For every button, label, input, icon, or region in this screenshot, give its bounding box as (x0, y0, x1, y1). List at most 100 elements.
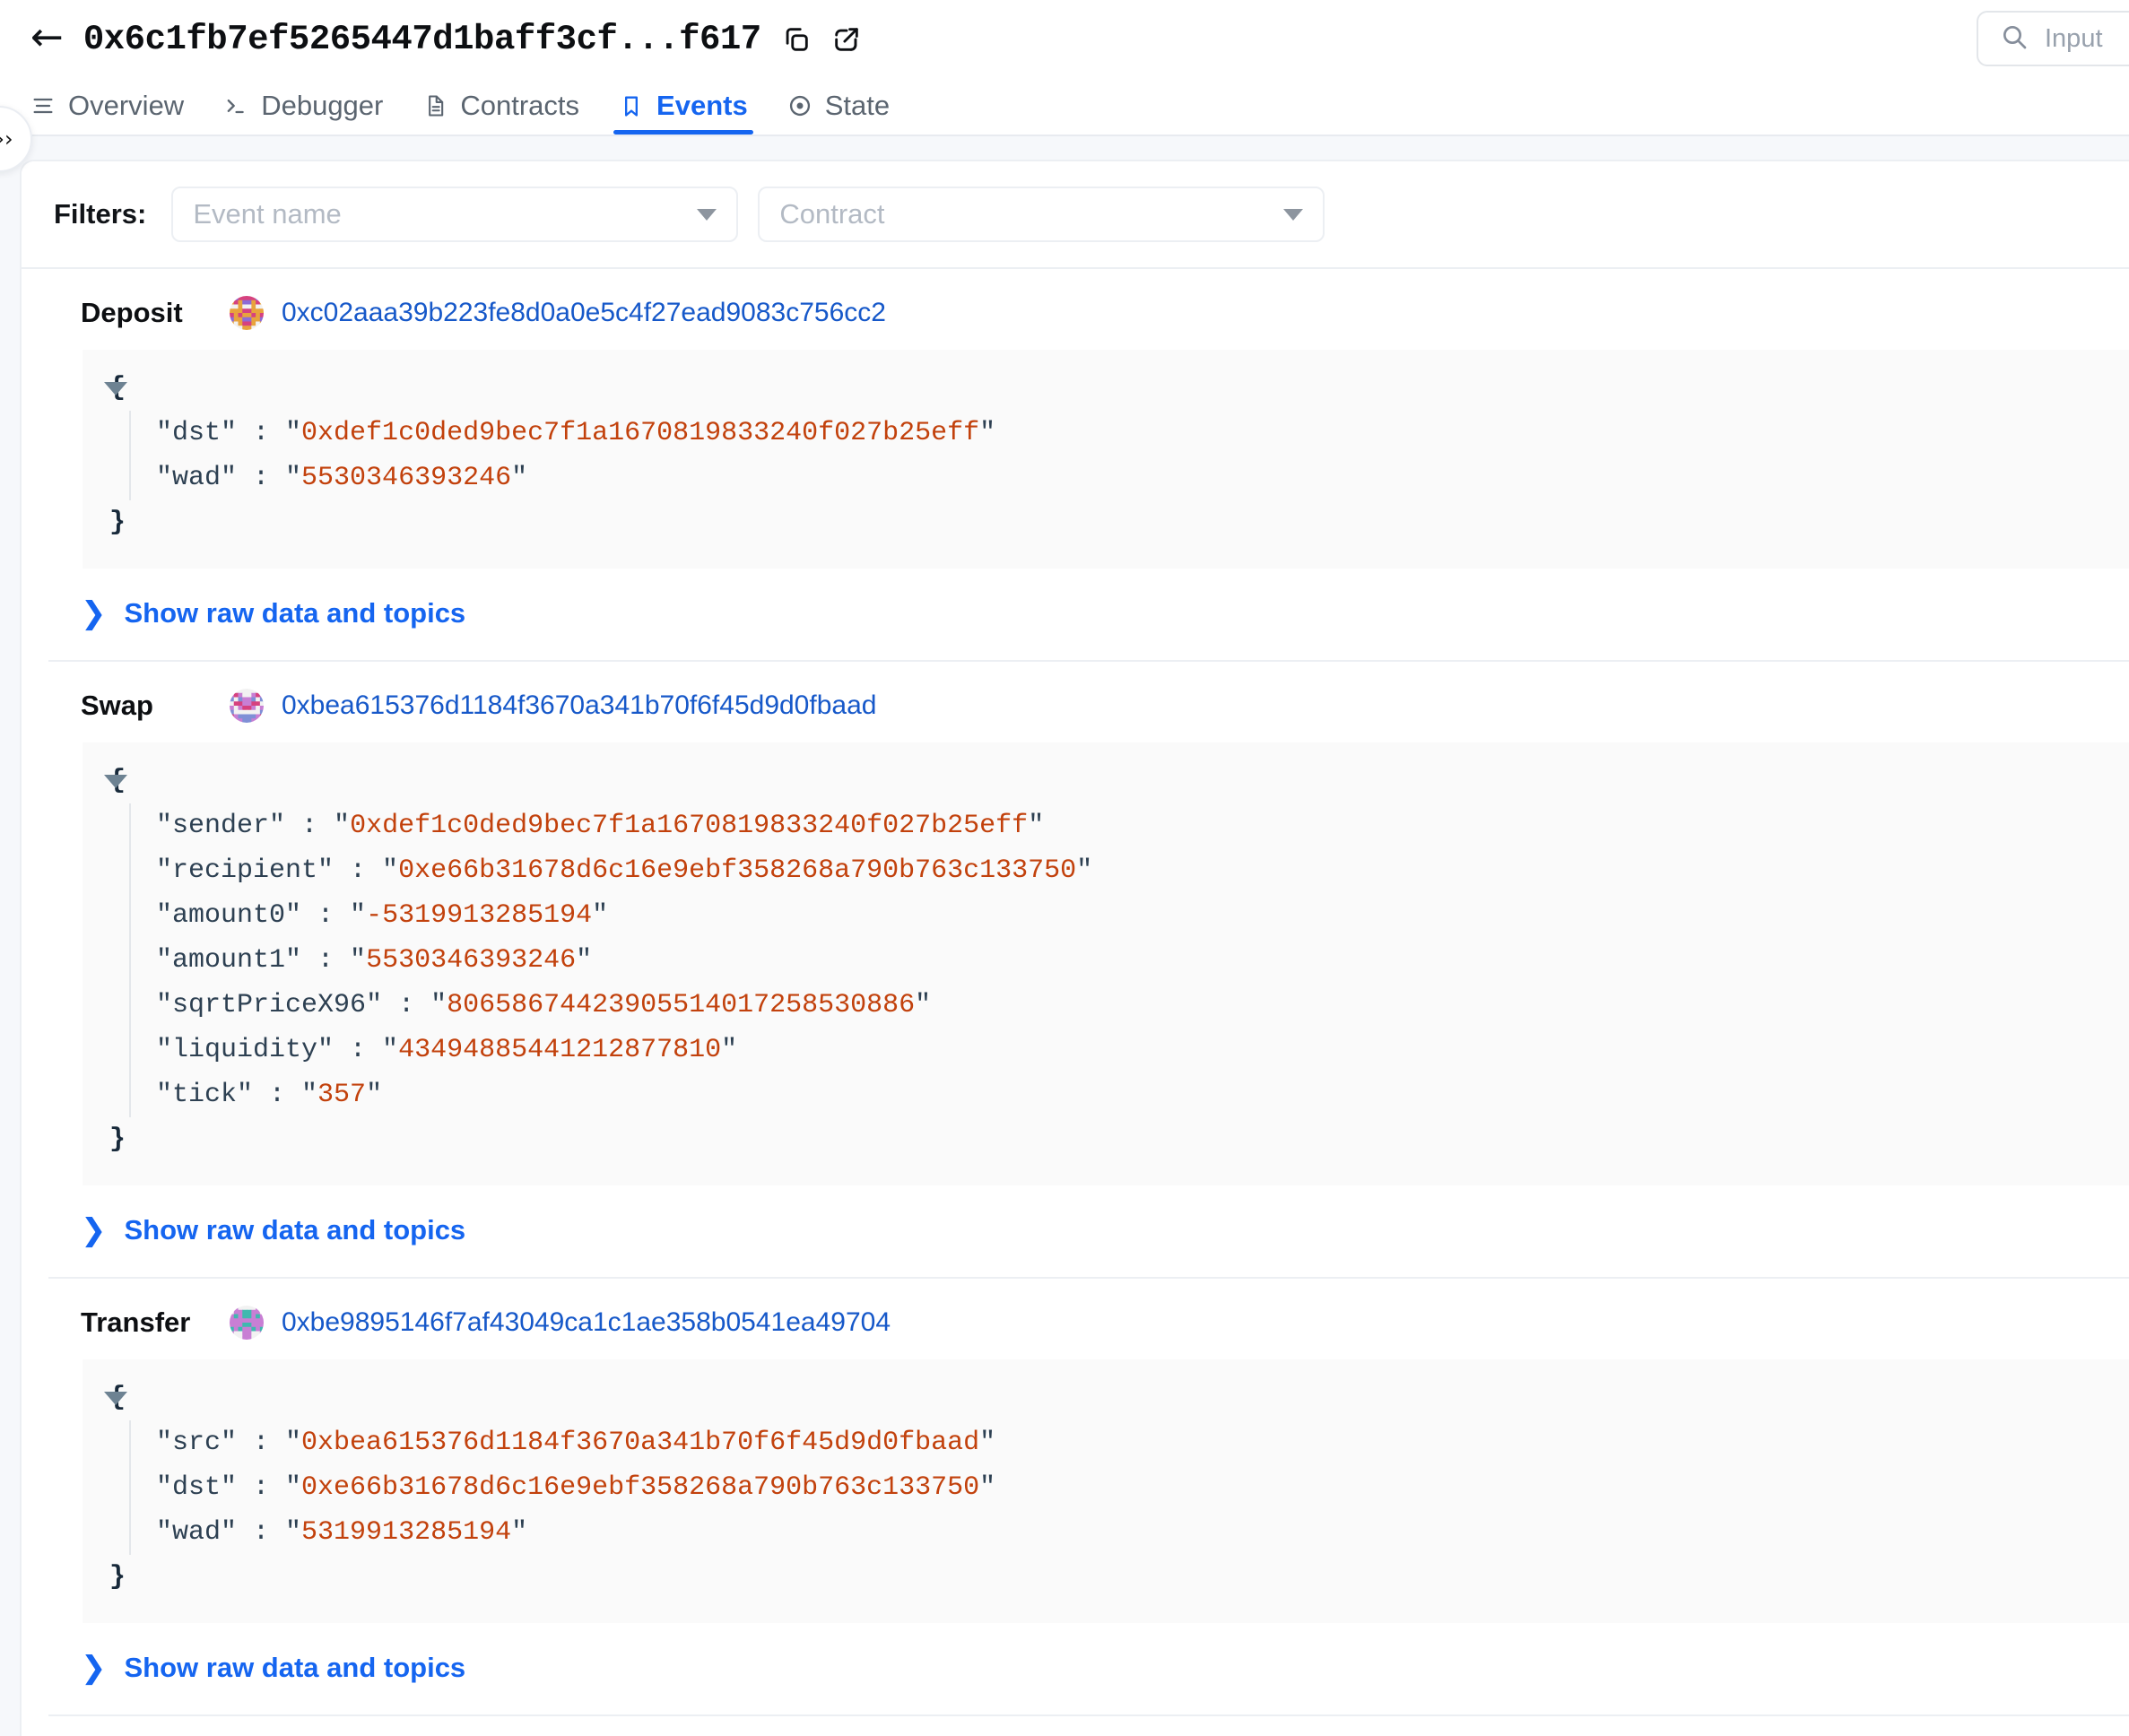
events-list: Deposit 0xc02aaa39b223fe8d0a0e5c4f27ead90… (22, 269, 2129, 1736)
events-page: ← 0x6c1fb7ef5265447d1baff3cf...f617 Inpu… (0, 0, 2129, 1736)
target-icon (787, 93, 812, 118)
json-value: 357 (317, 1080, 367, 1110)
json-property: "recipient" : "0xe66b31678d6c16e9ebf3582… (156, 855, 1093, 886)
json-property: "wad" : "5319913285194" (156, 1517, 528, 1548)
json-key: wad (172, 1517, 222, 1548)
event-header: Transfer 0xbe9895146f7af43049ca1c1ae358b0… (48, 1277, 2129, 1359)
search-input[interactable] (2045, 23, 2129, 54)
json-open-brace[interactable]: { (83, 1376, 2129, 1420)
json-key: liquidity (172, 1035, 318, 1065)
tab-debugger[interactable]: Debugger (204, 90, 403, 135)
json-key: tick (172, 1080, 238, 1110)
page-title: 0x6c1fb7ef5265447d1baff3cf...f617 (83, 20, 761, 59)
event-json-block: { "sender" : "0xdef1c0ded9bec7f1a16708198… (83, 742, 2129, 1185)
json-value: 0xe66b31678d6c16e9ebf358268a790b763c1337… (301, 1472, 980, 1503)
json-key: recipient (172, 855, 318, 886)
event-name: Transfer (81, 1306, 191, 1338)
show-raw-data-label: Show raw data and topics (124, 1652, 466, 1683)
json-key: src (172, 1428, 222, 1458)
show-raw-data-label: Show raw data and topics (124, 597, 466, 629)
json-key: amount0 (172, 900, 286, 931)
json-key: dst (172, 1472, 222, 1503)
show-raw-data-toggle[interactable]: ❯ Show raw data and topics (48, 1623, 2129, 1714)
json-property: "amount1" : "5530346393246" (156, 945, 593, 976)
contract-avatar (230, 296, 264, 330)
json-close-brace: } (109, 1562, 126, 1593)
json-value: -5319913285194 (366, 900, 593, 931)
show-raw-data-toggle[interactable]: ❯ Show raw data and topics (48, 569, 2129, 660)
json-property: "sender" : "0xdef1c0ded9bec7f1a167081983… (156, 811, 1045, 841)
tab-label: Events (656, 90, 748, 121)
copy-icon[interactable] (781, 24, 812, 55)
contract-address-link[interactable]: 0xc02aaa39b223fe8d0a0e5c4f27ead9083c756c… (282, 298, 886, 328)
chevron-down-icon (1283, 208, 1304, 221)
search-box[interactable] (1977, 11, 2129, 66)
json-close-brace: } (109, 1124, 126, 1155)
contract-filter[interactable]: Contract (758, 187, 1325, 242)
collapse-triangle-icon[interactable] (104, 382, 127, 395)
external-link-icon[interactable] (831, 24, 862, 55)
json-property: "dst" : "0xe66b31678d6c16e9ebf358268a790… (156, 1472, 996, 1503)
json-property: "wad" : "5530346393246" (156, 463, 528, 493)
terminal-icon (223, 93, 248, 118)
event-item: Transfer 0xbe9895146f7af43049ca1c1ae358b0… (22, 1277, 2129, 1714)
event-name-filter[interactable]: Event name (171, 187, 739, 242)
contract-address-link[interactable]: 0xbea615376d1184f3670a341b70f6f45d9d0fba… (282, 690, 876, 721)
json-value: 0xdef1c0ded9bec7f1a1670819833240f027b25e… (350, 811, 1029, 841)
chevron-right-icon: ❯ (81, 1650, 107, 1686)
collapse-triangle-icon[interactable] (104, 1392, 127, 1405)
list-icon (30, 93, 56, 118)
tab-label: Contracts (460, 90, 580, 121)
show-raw-data-toggle[interactable]: ❯ Show raw data and topics (48, 1185, 2129, 1277)
json-value: 80658674423905514017258530886 (447, 990, 916, 1020)
event-item: Transfer0xc02aaa39b223fe8d0a0e5c4f27ead9… (22, 1714, 2129, 1736)
tab-contracts[interactable]: Contracts (403, 90, 599, 135)
json-value: 5530346393246 (301, 463, 512, 493)
tab-label: State (824, 90, 891, 121)
event-name-filter-placeholder: Event name (193, 198, 342, 230)
filters-bar: Filters: Event name Contract (22, 161, 2129, 269)
collapse-triangle-icon[interactable] (104, 775, 127, 788)
tab-bar: Overview Debugger Contracts Events State (0, 79, 2129, 135)
json-property: "amount0" : "-5319913285194" (156, 900, 609, 931)
document-icon (422, 93, 448, 118)
json-value: 0xdef1c0ded9bec7f1a1670819833240f027b25e… (301, 418, 980, 448)
filters-label: Filters: (54, 198, 147, 230)
bookmark-icon (619, 93, 644, 118)
json-property: "tick" : "357" (156, 1080, 383, 1110)
json-close-brace: } (109, 508, 126, 538)
tab-overview[interactable]: Overview (30, 90, 204, 135)
json-key: sqrtPriceX96 (172, 990, 367, 1020)
contract-avatar (230, 1306, 264, 1340)
json-open-brace[interactable]: { (83, 366, 2129, 411)
search-icon (2000, 22, 2029, 56)
events-card: Filters: Event name Contract Deposit 0xc0… (20, 160, 2129, 1736)
chevron-down-icon (697, 208, 717, 221)
page-header: ← 0x6c1fb7ef5265447d1baff3cf...f617 (0, 0, 2129, 79)
event-header: Swap 0xbea615376d1184f3670a341b70f6f45d9d… (48, 660, 2129, 742)
tab-label: Overview (68, 90, 185, 121)
contract-address-link[interactable]: 0xbe9895146f7af43049ca1c1ae358b0541ea497… (282, 1307, 891, 1338)
json-open-brace[interactable]: { (83, 759, 2129, 803)
tab-state[interactable]: State (768, 90, 909, 135)
back-button[interactable]: ← (30, 18, 64, 57)
content-area: Filters: Event name Contract Deposit 0xc0… (0, 136, 2129, 1736)
json-key: dst (172, 418, 222, 448)
json-property: "liquidity" : "43494885441212877810" (156, 1035, 738, 1065)
json-value: 5530346393246 (366, 945, 577, 976)
json-key: wad (172, 463, 222, 493)
tab-events[interactable]: Events (599, 90, 768, 135)
event-header: Transfer0xc02aaa39b223fe8d0a0e5c4f27ead9… (48, 1714, 2129, 1736)
event-item: Swap 0xbea615376d1184f3670a341b70f6f45d9d… (22, 660, 2129, 1277)
json-property: "dst" : "0xdef1c0ded9bec7f1a167081983324… (156, 418, 996, 448)
contract-filter-placeholder: Contract (779, 198, 885, 230)
event-header: Deposit 0xc02aaa39b223fe8d0a0e5c4f27ead90… (48, 269, 2129, 350)
event-item: Deposit 0xc02aaa39b223fe8d0a0e5c4f27ead90… (22, 269, 2129, 660)
event-name: Swap (81, 690, 153, 721)
chevron-right-icon: ❯ (81, 595, 107, 631)
json-property: "src" : "0xbea615376d1184f3670a341b70f6f… (156, 1428, 996, 1458)
tab-label: Debugger (261, 90, 384, 121)
json-property: "sqrtPriceX96" : "8065867442390551401725… (156, 990, 932, 1020)
show-raw-data-label: Show raw data and topics (124, 1214, 466, 1246)
chevron-right-icon: ❯ (81, 1212, 107, 1248)
